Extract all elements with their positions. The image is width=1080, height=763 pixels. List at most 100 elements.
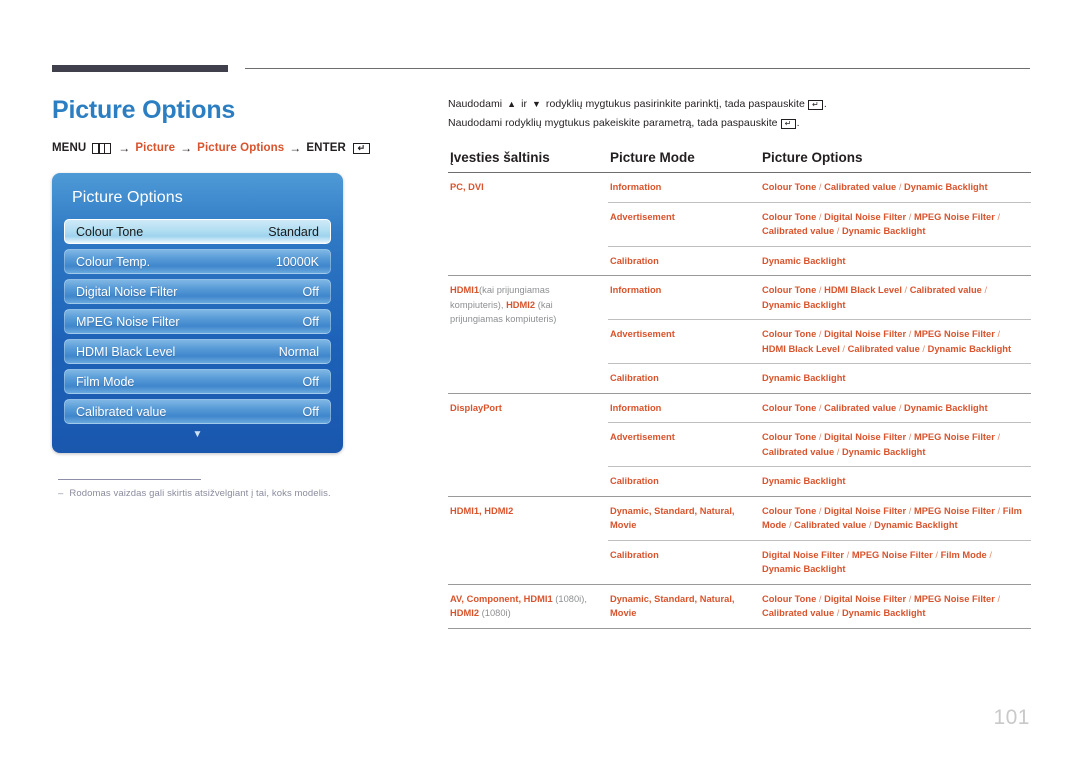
osd-row-label: Colour Temp. <box>76 254 151 269</box>
cell-picture-mode: Advertisement <box>608 319 760 364</box>
osd-row-label: Film Mode <box>76 374 135 389</box>
enter-return-icon: ↵ <box>352 142 370 154</box>
cell-picture-options: Colour Tone / HDMI Black Level / Calibra… <box>760 275 1031 320</box>
table-header-row: Įvesties šaltinis Picture Mode Picture O… <box>448 150 1031 173</box>
cell-picture-mode: Calibration <box>608 363 760 393</box>
instruction-text-a: Naudodami <box>448 98 503 110</box>
osd-row-value: 10000K <box>275 254 319 269</box>
chevron-down-icon[interactable]: ▼ <box>64 429 331 443</box>
instruction-period-1: . <box>823 98 827 110</box>
osd-row-label: Calibrated value <box>76 404 167 419</box>
cell-picture-options: Dynamic Backlight <box>760 363 1031 393</box>
header-accent-bar <box>52 65 228 72</box>
cell-picture-mode: Advertisement <box>608 422 760 467</box>
breadcrumb-arrow-1: → <box>118 141 131 155</box>
right-column: Naudodami ▲ ir ▼ rodyklių mygtukus pasir… <box>448 95 1031 629</box>
osd-row-digital-noise-filter[interactable]: Digital Noise Filter Off <box>64 279 331 304</box>
source-part-1: HDMI1 <box>450 285 480 295</box>
enter-return-icon: ↵ <box>807 99 823 110</box>
breadcrumb-menu-label: MENU <box>52 142 87 154</box>
source-note-1: (1080i), <box>552 593 587 604</box>
column-header-picture-options: Picture Options <box>760 150 1031 173</box>
osd-title: Picture Options <box>72 189 183 206</box>
cell-picture-options: Colour Tone / Calibrated value / Dynamic… <box>760 392 1031 423</box>
cell-picture-options: Colour Tone / Digital Noise Filter / MPE… <box>760 319 1031 364</box>
table-row: DisplayPort Information Colour Tone / Ca… <box>448 392 1031 496</box>
page-title: Picture Options <box>52 96 236 124</box>
cell-picture-options: Digital Noise Filter / MPEG Noise Filter… <box>760 539 1031 584</box>
picture-options-table: Įvesties šaltinis Picture Mode Picture O… <box>448 150 1031 629</box>
cell-picture-mode: Dynamic, Standard, Natural, Movie <box>608 583 760 629</box>
osd-row-value: Off <box>302 404 319 419</box>
cell-picture-mode: Calibration <box>608 245 760 276</box>
instruction-text-b: ir <box>521 98 527 110</box>
osd-row-value: Off <box>302 374 319 389</box>
footnote-text: Rodomas vaizdas gali skirtis atsižvelgia… <box>69 488 331 499</box>
cell-picture-options: Colour Tone / Digital Noise Filter / MPE… <box>760 201 1031 246</box>
osd-panel: Picture Options Colour Tone Standard Col… <box>52 173 343 453</box>
cell-input-source: HDMI1, HDMI2 <box>448 495 608 584</box>
osd-row-hdmi-black-level[interactable]: HDMI Black Level Normal <box>64 339 331 364</box>
breadcrumb-item-picture-options[interactable]: Picture Options <box>197 142 284 154</box>
table-row: AV, Component, HDMI1 (1080i), HDMI2 (108… <box>448 583 1031 629</box>
cell-input-source: DisplayPort <box>448 392 608 496</box>
cell-input-source: HDMI1(kai prijungiamas kompiuteris), HDM… <box>448 275 608 393</box>
source-note-2: (1080i) <box>479 608 511 618</box>
left-column: Picture Options MENU → Picture → Picture… <box>52 95 402 499</box>
instruction-text-d: Naudodami rodyklių mygtukus pakeiskite p… <box>448 117 778 129</box>
breadcrumb-item-picture[interactable]: Picture <box>135 142 175 154</box>
breadcrumb-arrow-2: → <box>180 141 193 155</box>
footnote-rule <box>58 479 201 480</box>
osd-row-label: Digital Noise Filter <box>76 284 178 299</box>
cell-picture-options: Colour Tone / Digital Noise Filter / MPE… <box>760 422 1031 467</box>
instruction-text-c: rodyklių mygtukus pasirinkite parinktį, … <box>545 98 805 110</box>
osd-row-label: MPEG Noise Filter <box>76 314 180 329</box>
osd-row-value: Normal <box>278 344 319 359</box>
footnote-dash: – <box>58 488 64 499</box>
instruction-period-2: . <box>796 117 800 129</box>
column-header-picture-mode: Picture Mode <box>608 150 760 173</box>
footnote: – Rodomas vaizdas gali skirtis atsižvelg… <box>58 488 402 499</box>
cell-picture-mode: Advertisement <box>608 201 760 246</box>
page-number: 101 <box>993 706 1030 729</box>
cell-picture-options: Dynamic Backlight <box>760 245 1031 276</box>
source-part-2: HDMI2 <box>506 299 536 310</box>
osd-row-value: Off <box>302 314 319 329</box>
breadcrumb-arrow-3: → <box>289 141 302 155</box>
source-part-1: AV, Component, HDMI1 <box>450 593 553 604</box>
source-part-2: HDMI2 <box>450 608 480 618</box>
cell-picture-mode: Information <box>608 392 760 423</box>
instruction-line-2: Naudodami rodyklių mygtukus pakeiskite p… <box>448 114 1031 133</box>
arrow-up-icon: ▲ <box>507 99 517 109</box>
osd-row-value: Standard <box>268 224 319 239</box>
osd-row-list: Colour Tone Standard Colour Temp. 10000K… <box>64 219 331 424</box>
column-header-input-source: Įvesties šaltinis <box>448 150 608 173</box>
table-row: HDMI1, HDMI2 Dynamic, Standard, Natural,… <box>448 495 1031 584</box>
table-row: PC, DVI Information Colour Tone / Calibr… <box>448 173 1031 203</box>
osd-row-label: Colour Tone <box>76 224 144 239</box>
osd-row-value: Off <box>302 284 319 299</box>
cell-picture-options: Colour Tone / Digital Noise Filter / MPE… <box>760 583 1031 629</box>
osd-row-label: HDMI Black Level <box>76 344 176 359</box>
osd-row-colour-tone[interactable]: Colour Tone Standard <box>64 219 331 244</box>
breadcrumb-enter-label: ENTER <box>306 142 346 154</box>
table-row: HDMI1(kai prijungiamas kompiuteris), HDM… <box>448 275 1031 393</box>
osd-row-colour-temp[interactable]: Colour Temp. 10000K <box>64 249 331 274</box>
cell-picture-options: Dynamic Backlight <box>760 466 1031 496</box>
osd-row-mpeg-noise-filter[interactable]: MPEG Noise Filter Off <box>64 309 331 334</box>
cell-picture-options: Colour Tone / Digital Noise Filter / MPE… <box>760 495 1031 540</box>
cell-input-source: PC, DVI <box>450 182 484 192</box>
osd-row-calibrated-value[interactable]: Calibrated value Off <box>64 399 331 424</box>
menu-bars-icon <box>92 142 112 154</box>
cell-input-source: AV, Component, HDMI1 (1080i), HDMI2 (108… <box>448 583 608 629</box>
header-rule <box>245 68 1030 69</box>
enter-return-icon: ↵ <box>780 118 796 129</box>
cell-picture-options: Colour Tone / Calibrated value / Dynamic… <box>762 182 988 192</box>
cell-picture-mode: Dynamic, Standard, Natural, Movie <box>608 495 760 540</box>
breadcrumb: MENU → Picture → Picture Options → ENTER… <box>52 141 402 155</box>
osd-row-film-mode[interactable]: Film Mode Off <box>64 369 331 394</box>
cell-picture-mode: Calibration <box>608 539 760 584</box>
cell-picture-mode: Information <box>608 275 760 320</box>
cell-picture-mode: Calibration <box>608 466 760 496</box>
instruction-line-1: Naudodami ▲ ir ▼ rodyklių mygtukus pasir… <box>448 95 1031 114</box>
